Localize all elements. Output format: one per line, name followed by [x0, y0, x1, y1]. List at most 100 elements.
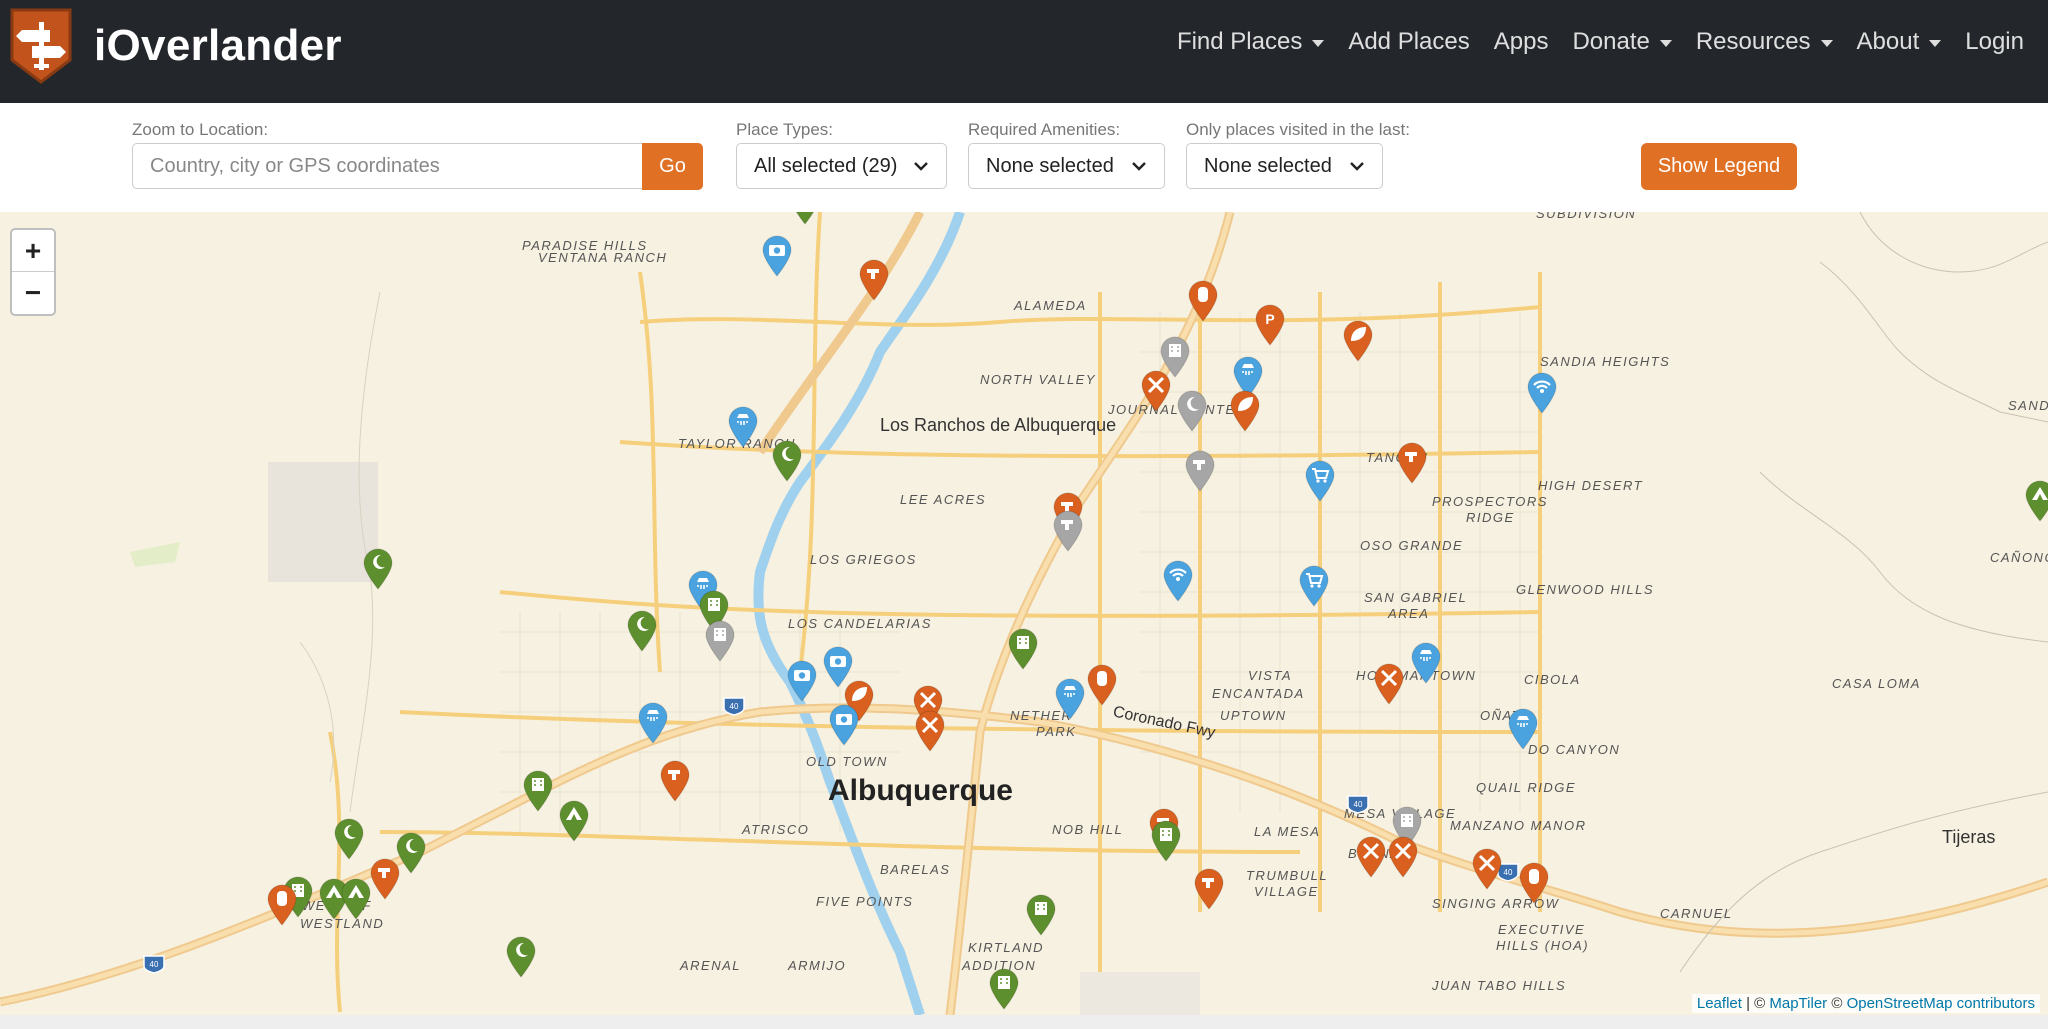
- zoom-out-button[interactable]: −: [12, 272, 54, 313]
- nav-donate[interactable]: Donate: [1572, 28, 1672, 56]
- interstate-number: 40: [150, 960, 159, 969]
- place-marker-leaf-icon[interactable]: [1228, 388, 1262, 432]
- place-marker-tools-icon[interactable]: [1354, 834, 1388, 878]
- place-marker-wifi-icon[interactable]: [1161, 558, 1195, 602]
- attribution-maptiler-link[interactable]: MapTiler: [1769, 995, 1827, 1012]
- required-amenities-value: None selected: [986, 154, 1114, 177]
- place-marker-building-icon[interactable]: [987, 966, 1021, 1010]
- nav-add-places[interactable]: Add Places: [1348, 28, 1469, 56]
- place-marker-building-icon[interactable]: [1006, 626, 1040, 670]
- nav-find-places[interactable]: Find Places: [1177, 28, 1325, 56]
- place-marker-leaf-icon[interactable]: [1341, 318, 1375, 362]
- map-label: HIGH DESERT: [1538, 478, 1644, 493]
- attribution-separator: | ©: [1741, 995, 1770, 1012]
- place-marker-moon-icon[interactable]: [625, 608, 659, 652]
- place-marker-shower-icon[interactable]: [1053, 676, 1087, 720]
- place-marker-cart-icon[interactable]: [1303, 458, 1337, 502]
- map-label: ARENAL: [680, 958, 742, 973]
- nav-login[interactable]: Login: [1965, 28, 2024, 56]
- place-marker-tap-icon[interactable]: [368, 856, 402, 900]
- place-marker-gas-icon[interactable]: [265, 882, 299, 926]
- place-marker-tools-icon[interactable]: [1372, 661, 1406, 705]
- interstate-shield-icon: 40: [1347, 795, 1369, 814]
- signpost-logo-icon: [10, 8, 72, 84]
- place-marker-gas-icon[interactable]: [1186, 278, 1220, 322]
- required-amenities-select[interactable]: None selected: [968, 143, 1165, 189]
- place-marker-moon-icon[interactable]: [504, 934, 538, 978]
- place-marker-park-icon[interactable]: P: [1253, 302, 1287, 346]
- brand[interactable]: iOverlander: [10, 8, 342, 84]
- place-types-select[interactable]: All selected (29): [736, 143, 947, 189]
- nav-about-label: About: [1856, 28, 1920, 55]
- place-marker-tap-icon[interactable]: [1051, 508, 1085, 552]
- nav-resources-label: Resources: [1695, 28, 1811, 55]
- place-marker-moon-icon[interactable]: [770, 438, 804, 482]
- map-label: JUAN TABO HILLS: [1432, 978, 1567, 993]
- place-marker-building-icon[interactable]: [1024, 892, 1058, 936]
- place-marker-tap-icon[interactable]: [857, 257, 891, 301]
- caret-down-icon: [1659, 39, 1672, 47]
- place-marker-building-icon[interactable]: [703, 618, 737, 662]
- place-marker-wifi-icon[interactable]: [1525, 370, 1559, 414]
- map-label: FIVE POINTS: [816, 894, 914, 909]
- place-marker-tap-icon[interactable]: [1183, 448, 1217, 492]
- caret-down-icon: [1929, 39, 1942, 47]
- place-marker-building-icon[interactable]: [788, 212, 822, 225]
- place-marker-building-icon[interactable]: [521, 768, 555, 812]
- place-marker-camera-icon[interactable]: [827, 702, 861, 746]
- main-nav: Find Places Add Places Apps Donate Resou…: [1153, 28, 2024, 56]
- zoom-in-button[interactable]: +: [12, 230, 54, 272]
- place-marker-camp-icon[interactable]: [557, 798, 591, 842]
- place-marker-tools-icon[interactable]: [1139, 368, 1173, 412]
- place-marker-camp-icon[interactable]: [2023, 478, 2048, 522]
- show-legend-button[interactable]: Show Legend: [1641, 143, 1797, 190]
- map-label-albuquerque: Albuquerque: [828, 774, 1013, 807]
- interstate-number: 40: [1504, 868, 1513, 877]
- nav-apps[interactable]: Apps: [1494, 28, 1549, 56]
- place-marker-tools-icon[interactable]: [1386, 834, 1420, 878]
- place-marker-building-icon[interactable]: [1149, 818, 1183, 862]
- place-marker-shower-icon[interactable]: [636, 700, 670, 744]
- place-marker-tools-icon[interactable]: [913, 708, 947, 752]
- map-label: LOS GRIEGOS: [810, 552, 917, 567]
- place-marker-tap-icon[interactable]: [1192, 866, 1226, 910]
- place-marker-shower-icon[interactable]: [1506, 706, 1540, 750]
- place-marker-camera-icon[interactable]: [785, 658, 819, 702]
- place-marker-tools-icon[interactable]: [1470, 846, 1504, 890]
- place-marker-camp-icon[interactable]: [339, 876, 373, 920]
- zoom-control: + −: [10, 228, 56, 316]
- place-marker-moon-icon[interactable]: [361, 546, 395, 590]
- location-search-input[interactable]: [132, 143, 642, 189]
- place-marker-moon-icon[interactable]: [1175, 388, 1209, 432]
- visited-in-last-label: Only places visited in the last:: [1186, 120, 1410, 139]
- attribution-osm-link[interactable]: OpenStreetMap contributors: [1847, 995, 2035, 1012]
- place-marker-shower-icon[interactable]: [1409, 640, 1443, 684]
- map-label-tijeras: Tijeras: [1942, 827, 1996, 847]
- place-marker-camera-icon[interactable]: [760, 233, 794, 277]
- map-label: PARK: [1036, 724, 1077, 739]
- map-label: ATRISCO: [742, 822, 810, 837]
- place-marker-cart-icon[interactable]: [1297, 563, 1331, 607]
- map-label: UPTOWN: [1220, 708, 1287, 723]
- place-marker-gas-icon[interactable]: [1517, 860, 1551, 904]
- place-marker-moon-icon[interactable]: [332, 816, 366, 860]
- place-marker-tap-icon[interactable]: [658, 758, 692, 802]
- visited-in-last-select[interactable]: None selected: [1186, 143, 1383, 189]
- nav-about[interactable]: About: [1857, 28, 1942, 56]
- map-label: PROSPECTORS: [1432, 494, 1548, 509]
- place-marker-shower-icon[interactable]: [726, 404, 760, 448]
- attribution-leaflet-link[interactable]: Leaflet: [1697, 995, 1742, 1012]
- map-label: LOS CANDELARIAS: [788, 616, 932, 631]
- map-label: CAÑONCI: [1990, 550, 2048, 565]
- place-marker-gas-icon[interactable]: [1085, 662, 1119, 706]
- place-marker-tap-icon[interactable]: [1395, 440, 1429, 484]
- map-label: VISTA: [1248, 668, 1293, 683]
- map-label: ALAMEDA: [1014, 298, 1087, 313]
- svg-text:P: P: [1265, 311, 1274, 327]
- go-button[interactable]: Go: [642, 143, 703, 190]
- interstate-number: 40: [1354, 800, 1363, 809]
- map-canvas[interactable]: Albuquerque Los Ranchos de Albuquerque T…: [0, 212, 2048, 1015]
- nav-resources[interactable]: Resources: [1696, 28, 1833, 56]
- map-label: NOB HILL: [1052, 822, 1124, 837]
- required-amenities-label: Required Amenities:: [968, 120, 1121, 139]
